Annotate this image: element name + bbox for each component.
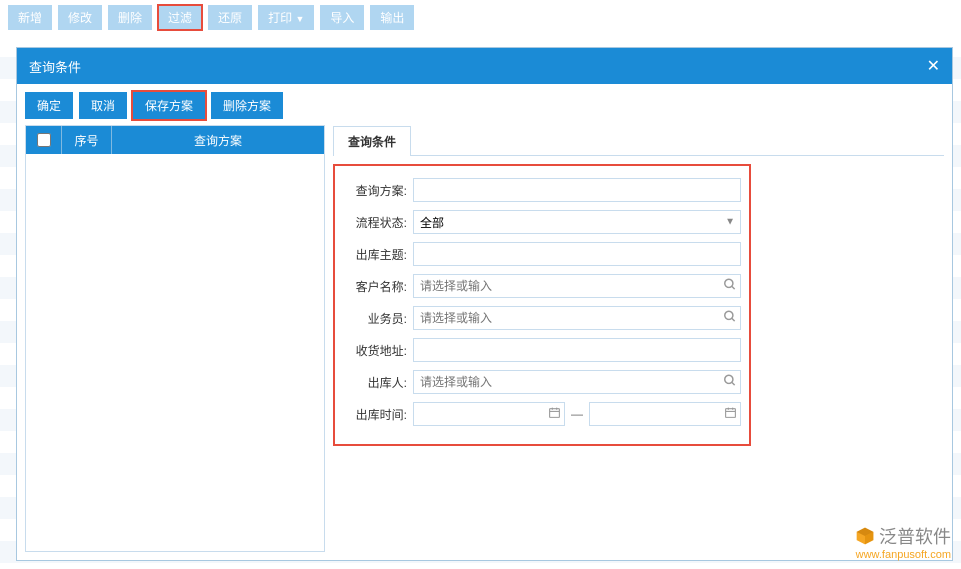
new-button[interactable]: 新增	[8, 5, 52, 30]
form-container: 查询方案: 流程状态: ▼ 出库主题:	[333, 164, 751, 446]
modal-toolbar: 确定 取消 保存方案 删除方案	[17, 84, 952, 125]
calendar-icon[interactable]	[724, 406, 737, 422]
label-sales: 业务员:	[343, 310, 413, 327]
watermark-url: www.fanpusoft.com	[855, 549, 951, 561]
modal-title: 查询条件	[29, 57, 81, 76]
print-button[interactable]: 打印 ▼	[258, 5, 314, 30]
close-icon[interactable]: ✕	[927, 56, 940, 76]
label-topic: 出库主题:	[343, 246, 413, 263]
input-topic[interactable]	[413, 242, 741, 266]
input-address[interactable]	[413, 338, 741, 362]
input-customer[interactable]	[413, 274, 741, 298]
select-status[interactable]	[413, 210, 741, 234]
date-separator: —	[569, 407, 585, 421]
form-panel: 查询条件 查询方案: 流程状态: ▼ 出库主题	[333, 125, 944, 552]
top-toolbar: 新增 修改 删除 过滤 还原 打印 ▼ 导入 输出	[0, 0, 961, 35]
plan-list-body	[26, 154, 324, 551]
tab-query[interactable]: 查询条件	[333, 126, 411, 156]
label-outperson: 出库人:	[343, 374, 413, 391]
watermark: 泛普软件 www.fanpusoft.com	[855, 523, 951, 561]
save-plan-button[interactable]: 保存方案	[133, 92, 205, 119]
export-button[interactable]: 输出	[370, 5, 414, 30]
input-date-to[interactable]	[589, 402, 741, 426]
label-address: 收货地址:	[343, 342, 413, 359]
edit-button[interactable]: 修改	[58, 5, 102, 30]
label-status: 流程状态:	[343, 214, 413, 231]
delete-button[interactable]: 删除	[108, 5, 152, 30]
watermark-brand: 泛普软件	[879, 523, 951, 549]
col-seq: 序号	[62, 126, 112, 154]
label-customer: 客户名称:	[343, 278, 413, 295]
col-plan: 查询方案	[112, 126, 324, 154]
select-all-checkbox[interactable]	[37, 133, 51, 147]
import-button[interactable]: 导入	[320, 5, 364, 30]
input-date-from[interactable]	[413, 402, 565, 426]
label-plan: 查询方案:	[343, 182, 413, 199]
caret-down-icon: ▼	[295, 14, 304, 24]
delete-plan-button[interactable]: 删除方案	[211, 92, 283, 119]
modal-header: 查询条件 ✕	[17, 48, 952, 84]
cancel-button[interactable]: 取消	[79, 92, 127, 119]
cube-icon	[855, 526, 875, 546]
calendar-icon[interactable]	[548, 406, 561, 422]
ok-button[interactable]: 确定	[25, 92, 73, 119]
input-sales[interactable]	[413, 306, 741, 330]
query-modal: 查询条件 ✕ 确定 取消 保存方案 删除方案 序号 查询方案 查询条件	[16, 47, 953, 561]
input-outperson[interactable]	[413, 370, 741, 394]
search-icon[interactable]	[723, 278, 737, 295]
label-time: 出库时间:	[343, 406, 413, 423]
restore-button[interactable]: 还原	[208, 5, 252, 30]
filter-button[interactable]: 过滤	[158, 5, 202, 30]
plan-list-panel: 序号 查询方案	[25, 125, 325, 552]
search-icon[interactable]	[723, 374, 737, 391]
search-icon[interactable]	[723, 310, 737, 327]
input-plan[interactable]	[413, 178, 741, 202]
